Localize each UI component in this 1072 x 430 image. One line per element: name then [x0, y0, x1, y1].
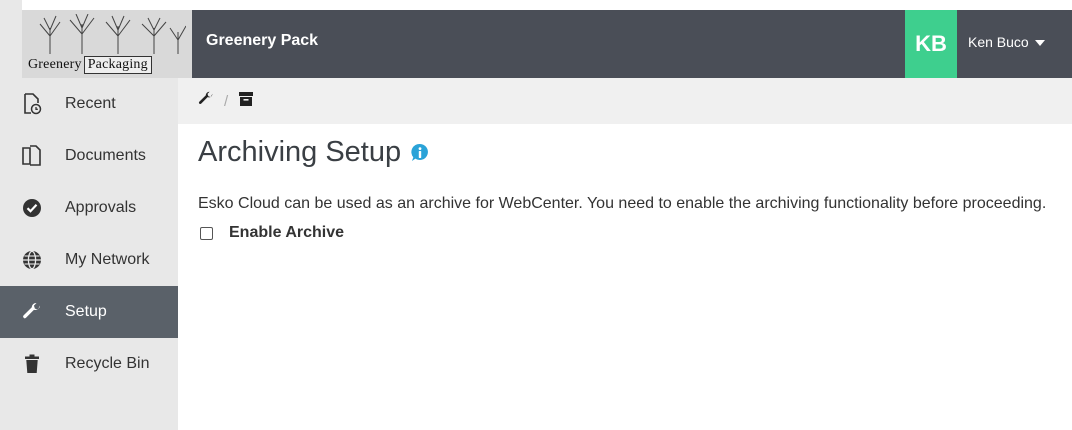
app-title[interactable]: Greenery Pack: [206, 32, 318, 50]
sidebar-item-label: Recycle Bin: [65, 355, 150, 372]
sidebar-item-documents[interactable]: Documents: [0, 130, 178, 182]
globe-icon: [20, 248, 44, 272]
company-logo[interactable]: Greenery Packaging: [22, 10, 192, 78]
user-name: Ken Buco: [968, 34, 1029, 50]
recent-document-icon: [20, 92, 44, 116]
info-icon[interactable]: [409, 142, 431, 164]
sidebar-item-label: Setup: [65, 303, 107, 320]
breadcrumb: /: [178, 78, 1072, 124]
sidebar: Recent Documents Approvals My Network Se…: [0, 78, 178, 430]
sidebar-item-label: Approvals: [65, 199, 137, 216]
trash-icon: [20, 352, 44, 376]
left-gutter: [0, 0, 22, 78]
enable-archive-row: Enable Archive: [198, 224, 1058, 242]
sidebar-item-recent[interactable]: Recent: [0, 78, 178, 130]
main-content: Archiving Setup Esko Cloud can be used a…: [198, 124, 1058, 242]
sidebar-item-setup[interactable]: Setup: [0, 286, 178, 338]
enable-archive-label[interactable]: Enable Archive: [229, 224, 344, 242]
wrench-icon: [20, 300, 44, 324]
sidebar-item-label: My Network: [65, 251, 150, 268]
check-circle-icon: [20, 196, 44, 220]
wrench-icon[interactable]: [198, 91, 214, 112]
archive-icon[interactable]: [238, 91, 254, 112]
caret-down-icon: [1034, 40, 1045, 46]
enable-archive-checkbox[interactable]: [200, 226, 213, 240]
sidebar-item-approvals[interactable]: Approvals: [0, 182, 178, 234]
user-avatar[interactable]: KB: [905, 10, 957, 78]
archive-description: Esko Cloud can be used as an archive for…: [198, 195, 1047, 212]
sidebar-item-recycle-bin[interactable]: Recycle Bin: [0, 338, 178, 390]
logo-trees-icon: [39, 14, 186, 54]
page-title-text: Archiving Setup: [198, 136, 402, 168]
sidebar-item-label: Documents: [65, 147, 146, 164]
sidebar-item-my-network[interactable]: My Network: [0, 234, 178, 286]
logo-text: Greenery Packaging: [28, 56, 188, 74]
breadcrumb-separator: /: [224, 92, 229, 110]
page-title: Archiving Setup: [198, 136, 1058, 169]
sidebar-item-label: Recent: [65, 95, 116, 112]
documents-icon: [20, 144, 44, 168]
top-header: Greenery Packaging Greenery Pack KB Ken …: [22, 10, 1072, 78]
user-menu-button[interactable]: Ken Buco: [968, 34, 1045, 50]
